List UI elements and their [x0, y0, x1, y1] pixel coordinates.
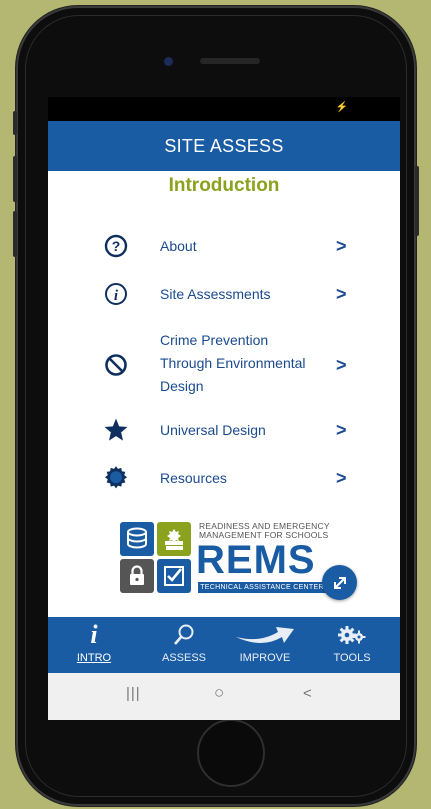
books-icon — [157, 522, 191, 556]
menu-item-about[interactable]: ? About > — [48, 231, 400, 261]
section-title: Introduction — [168, 175, 280, 196]
tab-assess[interactable]: ASSESS — [144, 617, 224, 673]
info-circle-icon: i — [102, 280, 130, 308]
prohibited-icon — [102, 351, 130, 379]
status-bar: ⚡ — [48, 97, 400, 121]
chevron-right-icon: > — [336, 283, 347, 304]
camera — [164, 57, 173, 66]
tab-label: TOOLS — [333, 652, 371, 664]
system-nav-bar: ||| ○ < — [48, 673, 400, 720]
checklist-icon — [157, 559, 191, 593]
rems-logo: READINESS AND EMERGENCY MANAGEMENT FOR S… — [120, 520, 330, 594]
recents-button[interactable]: ||| — [126, 685, 141, 702]
logo-name: REMS — [196, 538, 316, 582]
speaker — [200, 58, 260, 64]
screen: ⚡ SITE ASSESS Introduction ? About > i S… — [48, 97, 400, 720]
menu-item-label: Site Assessments — [160, 285, 271, 302]
expand-icon — [333, 576, 346, 589]
home-button[interactable] — [197, 719, 265, 787]
chevron-right-icon: > — [336, 467, 347, 488]
svg-text:?: ? — [112, 238, 121, 254]
menu-item-resources[interactable]: Resources > — [48, 463, 400, 493]
lock-icon — [120, 559, 154, 593]
badge-icon — [102, 464, 130, 492]
page-title: SITE ASSESS — [164, 135, 284, 156]
info-italic-icon: i — [90, 620, 98, 649]
tab-bar: i INTRO ASSESS IMPROVE TOOLS — [48, 617, 400, 673]
gears-icon — [312, 623, 392, 647]
mute-switch — [13, 111, 17, 135]
tab-improve[interactable]: IMPROVE — [225, 617, 305, 673]
tab-label: ASSESS — [161, 652, 207, 664]
menu-item-label: Resources — [160, 469, 227, 486]
menu-item-universal-design[interactable]: Universal Design > — [48, 415, 400, 445]
back-button[interactable]: < — [303, 685, 312, 702]
home-nav-button[interactable]: ○ — [214, 683, 224, 703]
menu-item-cpted[interactable]: Crime Prevention Through Environmental D… — [48, 329, 400, 401]
magnifier-icon — [144, 623, 224, 647]
battery-charging-icon: ⚡ — [335, 102, 348, 113]
menu-item-label: Universal Design — [160, 421, 266, 438]
menu-item-label: Crime Prevention Through Environmental D… — [160, 332, 306, 394]
logo-tagline: TECHNICAL ASSISTANCE CENTER — [198, 582, 326, 593]
question-circle-icon: ? — [102, 232, 130, 260]
database-icon — [120, 522, 154, 556]
menu-item-site-assessments[interactable]: i Site Assessments > — [48, 279, 400, 309]
star-icon — [102, 416, 130, 444]
expand-button[interactable] — [322, 565, 357, 600]
arrow-icon — [225, 623, 305, 647]
tab-label: INTRO — [76, 652, 112, 664]
tab-label: IMPROVE — [239, 652, 291, 664]
chevron-right-icon: > — [336, 235, 347, 256]
chevron-right-icon: > — [336, 354, 347, 375]
power-button — [415, 166, 419, 236]
tab-tools[interactable]: TOOLS — [312, 617, 392, 673]
svg-text:i: i — [114, 288, 119, 304]
menu-item-label: About — [160, 237, 197, 254]
tab-intro[interactable]: i INTRO — [54, 617, 134, 673]
volume-up-button — [13, 156, 17, 202]
chevron-right-icon: > — [336, 419, 347, 440]
volume-down-button — [13, 211, 17, 257]
app-header: SITE ASSESS — [48, 121, 400, 171]
